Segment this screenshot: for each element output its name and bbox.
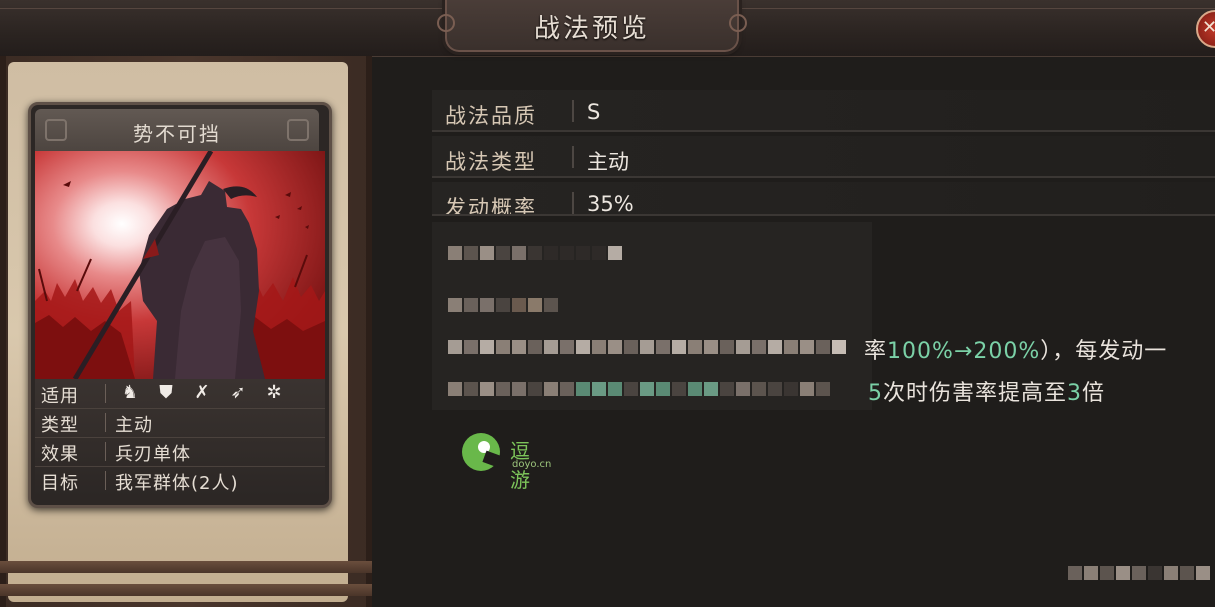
mosaic-block	[1068, 566, 1210, 580]
stat-separator	[105, 384, 106, 403]
description-number: 5	[868, 381, 883, 406]
description-text: 倍	[1082, 381, 1106, 406]
stat-value: 兵刃单体	[115, 444, 191, 465]
detail-row-probability: 发动概率 35%	[432, 182, 1215, 216]
scroll-panel: 势不可挡 适用 ♞ ⛊ ✗ ➶ ✲ 类型 主动 效果 兵刃单体 目标 我军群体(…	[0, 56, 372, 607]
stat-separator	[105, 413, 106, 432]
description-percent: 100%→200%	[887, 339, 1041, 364]
tactic-card[interactable]: 势不可挡 适用 ♞ ⛊ ✗ ➶ ✲ 类型 主动 效果 兵刃单体 目标 我军群体(…	[28, 102, 332, 508]
card-name: 势不可挡	[133, 122, 221, 146]
watermark-domain: doyo.cn	[512, 459, 552, 470]
top-bar: 战法预览 ✕	[0, 0, 1215, 57]
shield-icon: ⛊	[159, 382, 173, 403]
mosaic-block	[448, 246, 622, 260]
stat-key: 适用	[41, 386, 79, 407]
description-line-2: 5次时伤害率提高至3倍	[868, 375, 1105, 407]
stat-key: 类型	[41, 415, 79, 436]
description-text: 率	[864, 339, 888, 364]
cavalry-icon: ♞	[121, 382, 139, 403]
description-line-1: 率100%→200%），每发动一	[864, 333, 1167, 365]
detail-value: S	[587, 100, 601, 124]
card-name-bar: 势不可挡	[35, 109, 319, 151]
stat-key: 目标	[41, 473, 79, 494]
detail-value: 35%	[587, 192, 634, 216]
mosaic-block	[448, 382, 830, 396]
detail-value: 主动	[587, 150, 629, 174]
scroll-edge-right	[366, 56, 372, 607]
stat-row-type: 类型 主动	[35, 408, 325, 438]
stat-key: 效果	[41, 444, 79, 465]
card-stats: 适用 ♞ ⛊ ✗ ➶ ✲ 类型 主动 效果 兵刃单体 目标 我军群体(2人)	[35, 379, 325, 497]
mosaic-block	[448, 298, 558, 312]
card-art-illustration	[35, 151, 325, 379]
stat-row-target: 目标 我军群体(2人)	[35, 466, 325, 495]
mosaic-block	[448, 340, 846, 354]
scroll-rod	[0, 584, 372, 596]
close-icon: ✕	[1202, 17, 1215, 38]
stat-row-effect: 效果 兵刃单体	[35, 437, 325, 467]
detail-separator	[572, 146, 574, 168]
spear-icon: ➶	[230, 382, 246, 403]
crossbow-icon: ✗	[194, 382, 210, 403]
detail-separator	[572, 100, 574, 122]
description-text: 次时伤害率提高至	[883, 381, 1068, 406]
scroll-edge-left	[0, 56, 6, 607]
stat-separator	[105, 442, 106, 461]
detail-row-quality: 战法品质 S	[432, 90, 1215, 132]
scroll-rod	[0, 561, 372, 573]
detail-key: 发动概率	[445, 196, 537, 216]
title-plate: 战法预览	[437, 0, 747, 52]
page-title: 战法预览	[533, 14, 650, 44]
stat-value: 主动	[115, 415, 153, 436]
detail-row-type: 战法类型 主动	[432, 136, 1215, 178]
description-text: ），每发动一	[1040, 339, 1168, 364]
stat-separator	[105, 471, 106, 490]
detail-key: 战法品质	[445, 104, 537, 128]
description-multiplier: 3	[1067, 381, 1083, 406]
stat-value: 我军群体(2人)	[115, 473, 239, 494]
detail-key: 战法类型	[445, 150, 537, 174]
troop-type-icons: ♞ ⛊ ✗ ➶ ✲	[119, 382, 285, 404]
stat-row-applicable: 适用 ♞ ⛊ ✗ ➶ ✲	[35, 379, 325, 409]
detail-separator	[572, 192, 574, 214]
card-art	[35, 151, 325, 379]
wheel-icon: ✲	[266, 382, 282, 403]
close-button[interactable]: ✕	[1196, 10, 1215, 48]
